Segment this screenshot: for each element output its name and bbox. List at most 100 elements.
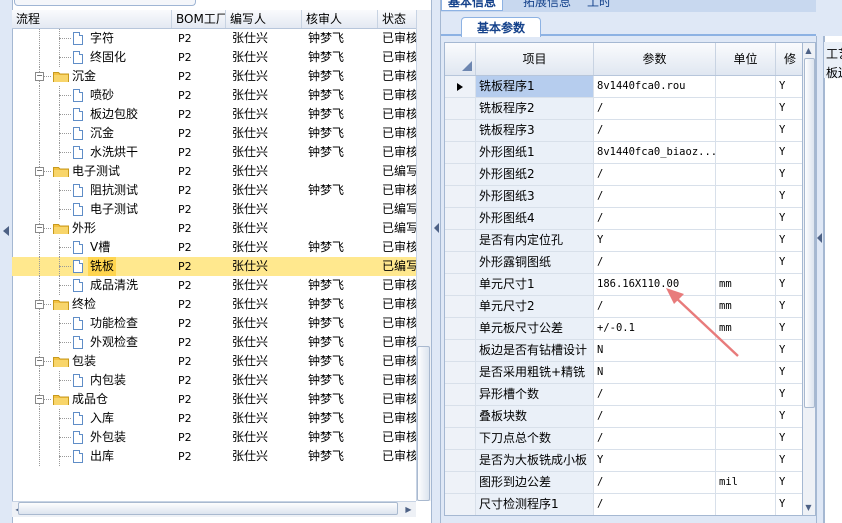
tree-node-cell[interactable]: − 电子测试 [12,162,172,181]
row-indicator[interactable] [445,318,476,339]
params-row[interactable]: 铣板程序1 8v1440fca0.rou Y [445,76,802,98]
tree-node-cell[interactable]: 沉金 [12,124,172,143]
tree-row[interactable]: 外观检查 P2 张仕兴 钟梦飞 已审核 [12,333,416,352]
tree-node-cell[interactable]: − 外形 [12,219,172,238]
row-indicator[interactable] [445,208,476,229]
row-indicator[interactable] [445,230,476,251]
tree-node-cell[interactable]: 板边包胶 [12,105,172,124]
params-row[interactable]: 外形图纸4/ Y [445,208,802,230]
col-header-bom-factory[interactable]: BOM工厂 [172,10,226,28]
tree-row[interactable]: 功能检查 P2 张仕兴 钟梦飞 已审核 [12,314,416,333]
collapse-node-icon[interactable]: − [35,167,44,176]
row-indicator[interactable] [445,76,476,97]
tree-node-cell[interactable]: 阻抗测试 [12,181,172,200]
tree-row[interactable]: 字符 P2 张仕兴 钟梦飞 已审核 [12,29,416,48]
collapse-left-icon[interactable] [2,225,10,237]
row-indicator[interactable] [445,296,476,317]
param-value[interactable]: Y [594,230,716,251]
collapse-node-icon[interactable]: − [35,224,44,233]
scroll-right-icon[interactable]: ▶ [402,503,415,516]
tree-row[interactable]: 入库 P2 张仕兴 钟梦飞 已审核 [12,409,416,428]
row-indicator[interactable] [445,406,476,427]
param-value[interactable]: / [594,186,716,207]
collapse-node-icon[interactable]: − [35,357,44,366]
tree-row[interactable]: 阻抗测试 P2 张仕兴 钟梦飞 已审核 [12,181,416,200]
col-header-author[interactable]: 编写人 [226,10,302,28]
tree-node-cell[interactable]: 出库 [12,447,172,466]
row-indicator[interactable] [445,142,476,163]
row-indicator[interactable] [445,472,476,493]
tree-row[interactable]: 沉金 P2 张仕兴 钟梦飞 已审核 [12,124,416,143]
tab-extended-info[interactable]: 拓展信息 [517,0,577,10]
params-row[interactable]: 下刀点总个数 / Y [445,428,802,450]
tree-row[interactable]: 铣板 P2 张仕兴 已编写 [12,257,416,276]
tree-node-cell[interactable]: 字符 [12,29,172,48]
right-collapse-strip[interactable] [816,36,824,523]
param-value[interactable]: 8v1440fca0.rou [594,76,716,97]
param-value[interactable]: / [594,384,716,405]
col-header-reviewer[interactable]: 核审人 [302,10,378,28]
tree-row[interactable]: 成品清洗 P2 张仕兴 钟梦飞 已审核 [12,276,416,295]
params-row[interactable]: 外形图纸3/ Y [445,186,802,208]
params-row[interactable]: 铣板程序2/ Y [445,98,802,120]
params-row[interactable]: 是否有内定位孔 Y Y [445,230,802,252]
tree-row[interactable]: 终固化 P2 张仕兴 钟梦飞 已审核 [12,48,416,67]
tree-row[interactable]: 内包装 P2 张仕兴 钟梦飞 已审核 [12,371,416,390]
row-indicator[interactable] [445,494,476,515]
param-value[interactable]: / [594,494,716,515]
param-value[interactable]: / [594,120,716,141]
param-value[interactable]: N [594,362,716,383]
tree-node-cell[interactable]: 内包装 [12,371,172,390]
grid-scroll-up-icon[interactable]: ▲ [802,44,815,57]
param-value[interactable]: Y [594,450,716,471]
row-indicator[interactable] [445,340,476,361]
param-value[interactable]: / [594,428,716,449]
tree-row[interactable]: − 电子测试 P2 张仕兴 已编写 [12,162,416,181]
tree-node-cell[interactable]: 入库 [12,409,172,428]
row-indicator[interactable] [445,450,476,471]
collapse-node-icon[interactable]: − [35,395,44,404]
tree-row[interactable]: 出库 P2 张仕兴 钟梦飞 已审核 [12,447,416,466]
tree-row[interactable]: − 终检 P2 张仕兴 钟梦飞 已审核 [12,295,416,314]
tree-node-cell[interactable]: 成品清洗 [12,276,172,295]
tree-row[interactable]: 水洗烘干 P2 张仕兴 钟梦飞 已审核 [12,143,416,162]
tree-row[interactable]: 板边包胶 P2 张仕兴 钟梦飞 已审核 [12,105,416,124]
tab-work-hours[interactable]: 工时 [581,0,617,10]
col-header-flow[interactable]: 流程 [12,10,172,28]
row-indicator[interactable] [445,384,476,405]
row-indicator[interactable] [445,428,476,449]
params-row[interactable]: 外形图纸1 8v1440fca0_biaoz... Y [445,142,802,164]
col-header-modify[interactable]: 修 [776,43,802,75]
col-header-status[interactable]: 状态 [378,10,416,28]
params-row[interactable]: 外形图纸2/ Y [445,164,802,186]
tree-node-cell[interactable]: V槽 [12,238,172,257]
tree-row[interactable]: 外包装 P2 张仕兴 钟梦飞 已审核 [12,428,416,447]
collapse-node-icon[interactable]: − [35,300,44,309]
param-value[interactable]: / [594,208,716,229]
splitter-left-arrow-icon[interactable] [433,222,440,234]
row-indicator[interactable] [445,252,476,273]
params-row[interactable]: 图形到边公差 / mil Y [445,472,802,494]
params-row[interactable]: 外形露铜图纸 / Y [445,252,802,274]
tab-basic-info[interactable]: 基本信息 [441,0,504,11]
tree-row[interactable]: V槽 P2 张仕兴 钟梦飞 已审核 [12,238,416,257]
tree-node-cell[interactable]: − 包装 [12,352,172,371]
tab-basic-params[interactable]: 基本参数 [461,17,541,37]
tree-row[interactable]: − 包装 P2 张仕兴 钟梦飞 已审核 [12,352,416,371]
row-indicator[interactable] [445,120,476,141]
row-indicator[interactable] [445,274,476,295]
collapse-node-icon[interactable]: − [35,72,44,81]
param-value[interactable]: 8v1440fca0_biaoz... [594,142,716,163]
params-row[interactable]: 是否为大板铣成小板 Y Y [445,450,802,472]
tree-row[interactable]: − 沉金 P2 张仕兴 钟梦飞 已审核 [12,67,416,86]
grid-vertical-scroll-thumb[interactable] [804,58,815,408]
tree-row[interactable]: 电子测试 P2 张仕兴 已编写 [12,200,416,219]
param-value[interactable]: / [594,98,716,119]
tree-node-cell[interactable]: 外观检查 [12,333,172,352]
row-indicator[interactable] [445,98,476,119]
col-header-item[interactable]: 项目 [476,43,594,75]
grid-scroll-down-icon[interactable]: ▼ [802,501,815,514]
param-value[interactable]: / [594,252,716,273]
tree-node-cell[interactable]: 外包装 [12,428,172,447]
row-indicator[interactable] [445,362,476,383]
